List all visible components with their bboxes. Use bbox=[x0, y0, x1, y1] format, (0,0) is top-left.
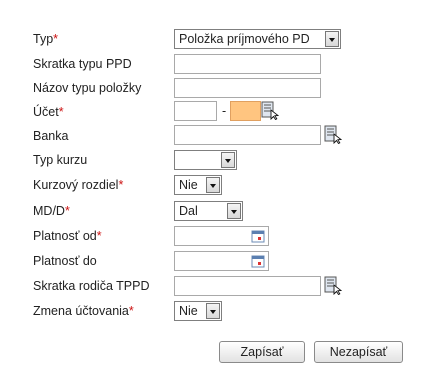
save-button[interactable]: Zapísať bbox=[219, 341, 305, 363]
banka-input[interactable] bbox=[174, 125, 321, 145]
chevron-down-icon[interactable] bbox=[325, 31, 339, 47]
ucet-prefix-input[interactable] bbox=[174, 101, 217, 121]
lookup-icon[interactable] bbox=[324, 125, 342, 144]
ucet-number-input[interactable] bbox=[230, 101, 261, 121]
lookup-icon[interactable] bbox=[261, 101, 279, 120]
kurzovy-select[interactable]: Nie bbox=[174, 175, 222, 195]
ucet-label: Účet* bbox=[33, 105, 64, 119]
zmena-label: Zmena účtovania* bbox=[33, 304, 134, 318]
chevron-down-icon[interactable] bbox=[206, 177, 220, 193]
skratka-rodica-label: Skratka rodiča TPPD bbox=[33, 279, 150, 293]
mdd-select[interactable]: Dal bbox=[174, 201, 243, 221]
kurzovy-select-value: Nie bbox=[179, 178, 198, 192]
nazov-input[interactable] bbox=[174, 78, 321, 98]
skratka-label: Skratka typu PPD bbox=[33, 57, 132, 71]
kurzovy-label: Kurzový rozdiel* bbox=[33, 178, 124, 192]
skratka-rodica-input[interactable] bbox=[174, 276, 321, 296]
banka-label: Banka bbox=[33, 129, 69, 143]
skratka-input[interactable] bbox=[174, 54, 321, 74]
chevron-down-icon[interactable] bbox=[221, 152, 235, 168]
mdd-label: MD/D* bbox=[33, 204, 70, 218]
lookup-icon[interactable] bbox=[324, 276, 342, 295]
calendar-icon[interactable] bbox=[251, 254, 265, 268]
chevron-down-icon[interactable] bbox=[227, 203, 241, 219]
typ-kurzu-label: Typ kurzu bbox=[33, 153, 88, 167]
nazov-label: Názov typu položky bbox=[33, 81, 142, 95]
typ-select-value: Položka príjmového PD bbox=[179, 32, 310, 46]
zmena-select[interactable]: Nie bbox=[174, 301, 222, 321]
ucet-separator: - bbox=[222, 104, 227, 118]
calendar-icon[interactable] bbox=[251, 229, 265, 243]
cancel-button[interactable]: Nezapísať bbox=[314, 341, 403, 363]
zmena-select-value: Nie bbox=[179, 304, 198, 318]
mdd-select-value: Dal bbox=[179, 204, 198, 218]
chevron-down-icon[interactable] bbox=[206, 303, 220, 319]
platnost-do-label: Platnosť do bbox=[33, 254, 97, 268]
platnost-od-label: Platnosť od* bbox=[33, 229, 102, 243]
typ-kurzu-select[interactable] bbox=[174, 150, 237, 170]
typ-select[interactable]: Položka príjmového PD bbox=[174, 29, 341, 49]
typ-label: Typ* bbox=[33, 32, 59, 46]
